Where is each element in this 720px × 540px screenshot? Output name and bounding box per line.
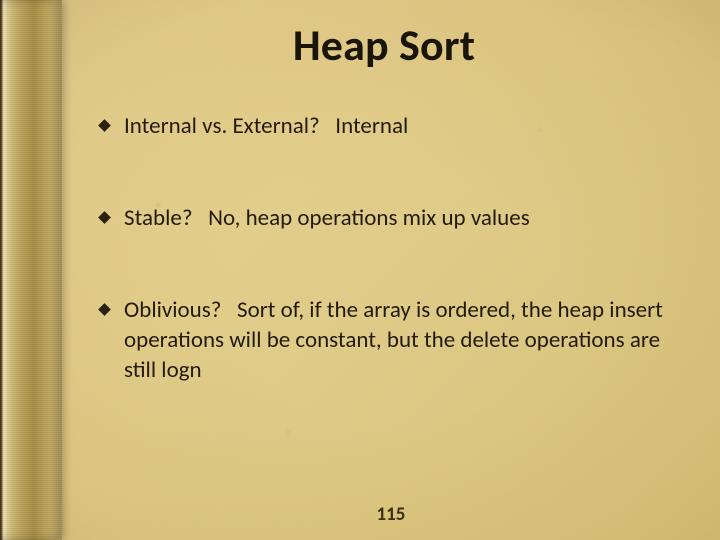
book-spine	[0, 0, 62, 540]
bullet-answer: No, heap operations mix up values	[208, 204, 530, 232]
bullet-question: Stable?	[124, 204, 192, 232]
diamond-bullet-icon	[98, 303, 111, 316]
list-item: Oblivious? Sort of, if the array is orde…	[98, 296, 670, 386]
bullet-question: Oblivious?	[124, 296, 221, 324]
diamond-bullet-icon	[98, 211, 111, 224]
diamond-bullet-icon	[98, 119, 111, 132]
bullet-list: Internal vs. External? Internal Stable? …	[98, 112, 670, 385]
slide-page: Heap Sort Internal vs. External? Interna…	[0, 0, 720, 540]
list-item: Internal vs. External? Internal	[98, 112, 670, 142]
page-title: Heap Sort	[98, 18, 670, 72]
bullet-answer: Internal	[335, 112, 408, 140]
bullet-question: Internal vs. External?	[124, 112, 320, 140]
page-number: 115	[62, 503, 720, 526]
slide-content: Heap Sort Internal vs. External? Interna…	[62, 0, 720, 540]
list-item: Stable? No, heap operations mix up value…	[98, 204, 670, 234]
